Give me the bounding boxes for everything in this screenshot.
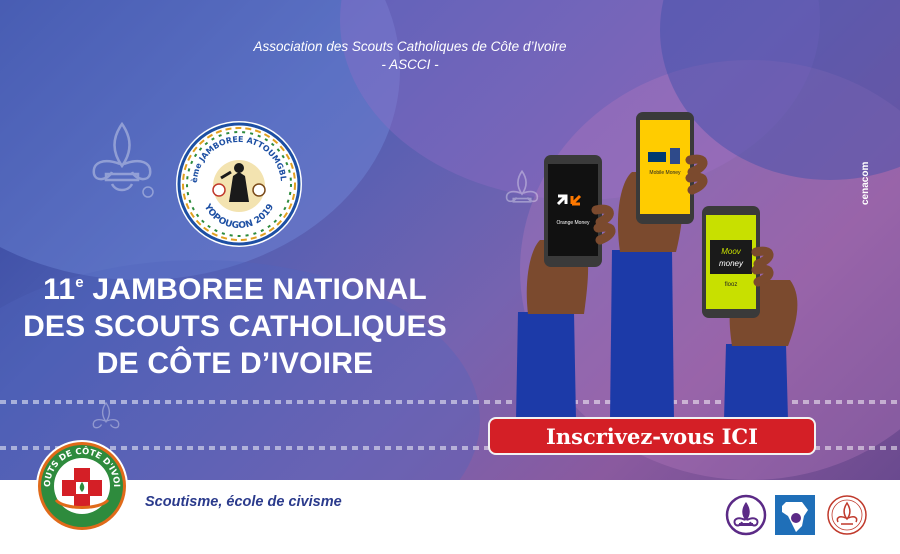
headline-line-1-rest: JAMBOREE NATIONAL — [83, 273, 427, 306]
fleur-de-lis-watermark-icon — [92, 401, 120, 429]
headline-line-3: DE CÔTE D’IVOIRE — [96, 347, 374, 380]
africa-region-logo-icon[interactable] — [774, 494, 816, 536]
catholic-scouts-emblem-icon[interactable] — [826, 494, 868, 536]
fleur-de-lis-watermark-icon — [92, 121, 154, 198]
register-button[interactable]: Inscrivez-vous ICI — [488, 417, 816, 455]
world-scout-emblem-icon[interactable] — [725, 494, 767, 536]
left-sleeve — [516, 312, 576, 420]
moov-label: Moov — [721, 247, 742, 256]
money-label: money — [719, 259, 744, 268]
association-header: Association des Scouts Catholiques de Cô… — [180, 38, 640, 74]
association-acronym: - ASCCI - — [381, 57, 439, 72]
association-name: Association des Scouts Catholiques de Cô… — [253, 39, 567, 54]
scouts-cote-divoire-badge: SCOUTS DE CÔTE D'IVOIRE — [34, 438, 128, 532]
headline-line-2: DES SCOUTS CATHOLIQUES — [23, 310, 447, 343]
hero-banner: Association des Scouts Catholiques de Cô… — [0, 0, 900, 480]
right-sleeve — [724, 344, 788, 420]
footer-bar: Scoutisme, école de civisme — [0, 480, 900, 554]
flooz-label: flooz — [725, 282, 738, 288]
phones-illustration: Orange Money Mobile Money Moov money flo… — [516, 112, 798, 420]
headline-ordinal: 11 — [43, 273, 76, 306]
slogan: Scoutisme, école de civisme — [145, 494, 342, 510]
jamboree-seal-logo: 11ème JAMBOREE ATTOUMGBLAN YOPOUGON 2019 — [175, 120, 302, 247]
event-headline: 11e JAMBOREE NATIONAL DES SCOUTS CATHOLI… — [20, 264, 450, 382]
mtn-logo-icon — [648, 152, 666, 162]
headline-ordinal-suffix: e — [75, 274, 84, 291]
agency-credit: cenacom — [860, 161, 871, 205]
moov-money-logo-icon — [710, 240, 752, 274]
mobile-money-label: Mobile Money — [649, 170, 681, 176]
headline-line-1: 11e JAMBOREE NATIONAL — [20, 264, 450, 308]
middle-sleeve — [610, 250, 674, 420]
orange-money-label: Orange Money — [556, 220, 590, 226]
